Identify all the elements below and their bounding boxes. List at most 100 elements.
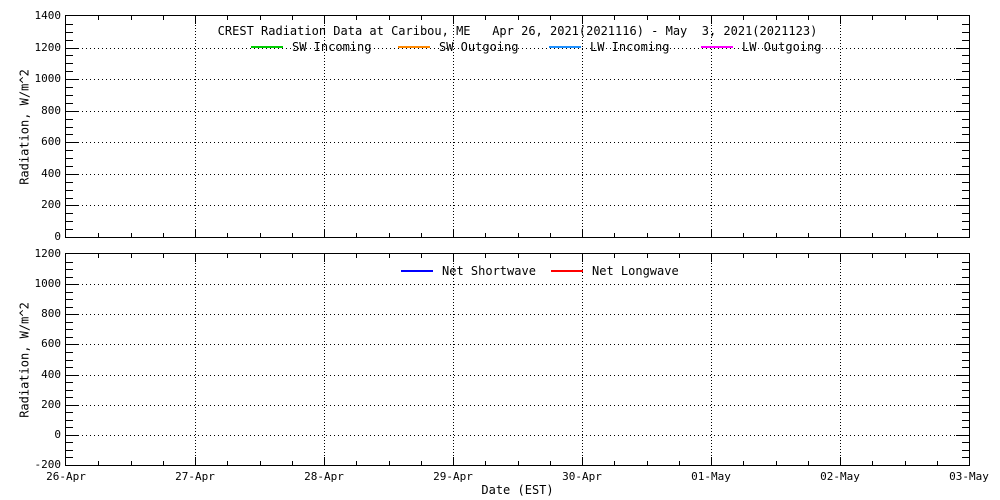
x-minor-tick: [808, 461, 809, 465]
x-minor-tick: [905, 461, 906, 465]
net-longwave-legend-line: [551, 270, 583, 272]
y-major-tick: [66, 142, 79, 143]
y-minor-tick: [962, 150, 969, 151]
lw-incoming-legend-line: [549, 46, 581, 48]
x-minor-tick: [808, 16, 809, 20]
y-minor-tick: [962, 269, 969, 270]
y-minor-tick: [962, 397, 969, 398]
x-minor-tick: [389, 461, 390, 465]
x-minor-tick: [260, 16, 261, 20]
x-minor-tick: [647, 233, 648, 237]
v-gridline: [195, 16, 196, 237]
x-major-tick: [840, 16, 841, 24]
y-major-tick: [66, 314, 79, 315]
x-minor-tick: [647, 254, 648, 258]
x-minor-tick: [292, 461, 293, 465]
x-minor-tick: [389, 254, 390, 258]
x-minor-tick: [485, 16, 486, 20]
y-minor-tick: [962, 119, 969, 120]
x-major-tick: [711, 457, 712, 465]
x-major-tick: [840, 229, 841, 237]
x-minor-tick: [163, 461, 164, 465]
y-minor-tick: [962, 299, 969, 300]
y-minor-tick: [66, 55, 73, 56]
y-minor-tick: [66, 397, 73, 398]
chart-title: CREST Radiation Data at Caribou, ME Apr …: [66, 24, 969, 38]
x-minor-tick: [356, 254, 357, 258]
x-minor-tick: [872, 16, 873, 20]
x-minor-tick: [614, 16, 615, 20]
x-minor-tick: [485, 461, 486, 465]
x-minor-tick: [389, 233, 390, 237]
y-minor-tick: [962, 71, 969, 72]
x-major-tick: [324, 16, 325, 24]
x-tick-label: 30-Apr: [547, 470, 617, 483]
y-major-tick: [66, 405, 79, 406]
y-minor-tick: [962, 158, 969, 159]
legend-label: LW Incoming: [590, 40, 669, 54]
legend-label: SW Outgoing: [439, 40, 518, 54]
x-minor-tick: [679, 461, 680, 465]
x-minor-tick: [679, 16, 680, 20]
x-major-tick: [582, 457, 583, 465]
y-minor-tick: [962, 420, 969, 421]
y-major-tick: [956, 405, 969, 406]
legend-label: SW Incoming: [292, 40, 371, 54]
y-minor-tick: [66, 119, 73, 120]
x-minor-tick: [518, 254, 519, 258]
x-major-tick: [711, 254, 712, 262]
y-minor-tick: [962, 95, 969, 96]
y-major-tick: [66, 111, 79, 112]
y-minor-tick: [962, 127, 969, 128]
y-minor-tick: [66, 352, 73, 353]
x-minor-tick: [260, 233, 261, 237]
y-minor-tick: [962, 198, 969, 199]
x-minor-tick: [808, 254, 809, 258]
x-tick-label: 02-May: [805, 470, 875, 483]
y-minor-tick: [962, 322, 969, 323]
v-gridline: [453, 254, 454, 465]
v-gridline: [324, 254, 325, 465]
y-minor-tick: [66, 299, 73, 300]
y-minor-tick: [962, 87, 969, 88]
x-minor-tick: [356, 233, 357, 237]
y-minor-tick: [962, 412, 969, 413]
y-minor-tick: [66, 269, 73, 270]
x-minor-tick: [485, 254, 486, 258]
y-minor-tick: [962, 390, 969, 391]
x-major-tick: [453, 457, 454, 465]
lw-outgoing-legend-line: [701, 46, 733, 48]
y-minor-tick: [962, 277, 969, 278]
y-minor-tick: [66, 166, 73, 167]
x-minor-tick: [937, 233, 938, 237]
y-major-tick: [956, 205, 969, 206]
y-minor-tick: [66, 450, 73, 451]
y-minor-tick: [962, 442, 969, 443]
x-minor-tick: [260, 461, 261, 465]
h-gridline: [66, 142, 969, 143]
h-gridline: [66, 284, 969, 285]
y-minor-tick: [66, 71, 73, 72]
x-minor-tick: [872, 233, 873, 237]
y-minor-tick: [66, 262, 73, 263]
y-minor-tick: [66, 87, 73, 88]
y-major-tick: [956, 111, 969, 112]
y-major-tick: [956, 174, 969, 175]
y-minor-tick: [66, 150, 73, 151]
y-minor-tick: [66, 457, 73, 458]
legend-item-lw-outgoing: LW Outgoing: [701, 40, 821, 54]
x-minor-tick: [550, 461, 551, 465]
radiation-figure: CREST Radiation Data at Caribou, ME Apr …: [0, 0, 1000, 500]
legend-label: Net Longwave: [592, 264, 679, 278]
y-minor-tick: [66, 277, 73, 278]
y-major-tick: [956, 284, 969, 285]
v-gridline: [582, 254, 583, 465]
x-major-tick: [324, 254, 325, 262]
y-minor-tick: [962, 103, 969, 104]
x-tick-label: 26-Apr: [31, 470, 101, 483]
x-minor-tick: [808, 233, 809, 237]
y-minor-tick: [66, 40, 73, 41]
y-minor-tick: [66, 292, 73, 293]
y-minor-tick: [962, 307, 969, 308]
y-minor-tick: [66, 134, 73, 135]
